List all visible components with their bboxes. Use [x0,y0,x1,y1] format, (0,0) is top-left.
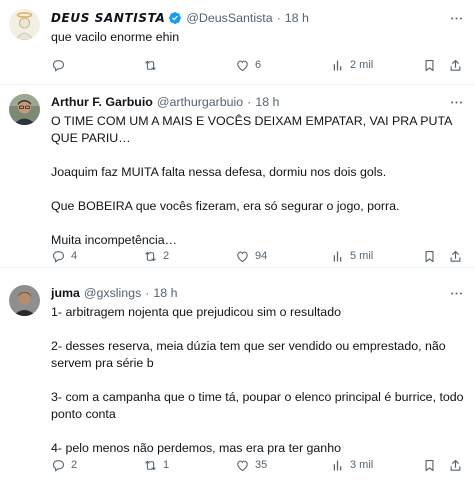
retweet-icon [145,60,156,70]
share-button[interactable] [448,56,463,74]
like-count: 6 [255,59,262,71]
tweet-text: que vacilo enorme ehin [51,29,467,46]
like-button[interactable]: 6 [235,56,261,74]
avatar[interactable] [9,285,40,316]
like-icon [237,460,248,471]
tweet-header: DEUS SANTISTA @DeusSantista · 18 h [51,10,467,26]
reply-icon [52,459,65,472]
like-icon [237,251,248,262]
reply-icon [52,250,65,263]
tweet-actions: 2 1 35 3 mil [51,456,467,474]
views-icon [333,60,342,70]
tweet-actions: 6 2 mil [51,56,467,74]
like-button[interactable]: 35 [235,456,267,474]
timestamp[interactable]: 18 h [255,95,279,109]
reply-button[interactable] [51,56,71,74]
bookmark-button[interactable] [422,247,437,265]
share-icon [450,59,461,71]
retweet-count: 1 [163,459,170,471]
view-count: 2 mil [350,59,374,71]
timestamp[interactable]: 18 h [285,11,309,25]
like-count: 35 [255,459,268,471]
reply-icon [52,59,65,72]
reply-button[interactable]: 2 [51,456,77,474]
retweet-button[interactable] [143,56,163,74]
view-count: 3 mil [350,459,374,471]
like-icon [237,60,248,71]
reply-count: 4 [71,250,78,262]
share-button[interactable] [448,247,463,265]
share-icon [450,250,461,262]
tweet-paragraph: 3- com a campanha que o time tá, poupar … [51,390,464,421]
more-icon[interactable] [447,10,465,26]
handle[interactable]: @arthurgarbuio [157,95,243,109]
handle[interactable]: @DeusSantista [186,11,272,25]
bookmark-icon [425,59,434,71]
retweet-count: 2 [163,250,170,262]
reply-button[interactable]: 4 [51,247,77,265]
share-button[interactable] [448,456,463,474]
separator: · [145,286,150,300]
separator: · [247,95,252,109]
separator: · [276,11,281,25]
tweet-paragraph: Joaquim faz MUITA falta nessa defesa, do… [51,165,387,179]
tweet-paragraph: 4- pelo menos não perdemos, mas era pra … [51,441,341,455]
tweet-paragraph: que vacilo enorme ehin [51,30,180,44]
view-count: 5 mil [350,250,374,262]
tweet-header: Arthur F. Garbuio @arthurgarbuio · 18 h [51,94,467,110]
tweet-paragraph: 1- arbitragem nojenta que prejudicou sim… [51,305,341,319]
tweet-header: juma @gxslings · 18 h [51,285,467,301]
avatar[interactable] [9,9,40,40]
handle[interactable]: @gxslings [84,286,141,300]
tweet-paragraph: O TIME COM UM A MAIS E VOCÊS DEIXAM EMPA… [51,114,452,145]
views-button[interactable]: 3 mil [330,456,373,474]
views-icon [333,460,342,470]
display-name[interactable]: DEUS SANTISTA [51,11,165,25]
retweet-button[interactable]: 1 [143,456,169,474]
tweet-text: O TIME COM UM A MAIS E VOCÊS DEIXAM EMPA… [51,113,467,249]
tweet-paragraph: Que BOBEIRA que vocês fizeram, era só se… [51,199,400,213]
retweet-icon [145,251,156,261]
views-icon [333,251,342,261]
display-name[interactable]: juma [51,286,80,300]
bookmark-icon [425,250,434,262]
more-icon[interactable] [447,94,465,110]
tweet[interactable]: DEUS SANTISTA @DeusSantista · 18 h que v… [0,0,475,85]
retweet-button[interactable]: 2 [143,247,169,265]
tweet-text: 1- arbitragem nojenta que prejudicou sim… [51,304,467,457]
retweet-icon [145,460,156,470]
display-name[interactable]: Arthur F. Garbuio [51,95,153,109]
avatar[interactable] [9,94,40,125]
tweet-actions: 4 2 94 5 mil [51,247,467,265]
reply-count: 2 [71,459,78,471]
tweet[interactable]: Arthur F. Garbuio @arthurgarbuio · 18 h … [0,85,475,268]
like-button[interactable]: 94 [235,247,267,265]
bookmark-button[interactable] [422,56,437,74]
share-icon [450,459,461,471]
tweet-paragraph: 2- desses reserva, meia dúzia tem que se… [51,339,446,370]
tweet[interactable]: juma @gxslings · 18 h 1- arbitragem noje… [0,268,475,485]
more-icon[interactable] [447,285,465,301]
views-button[interactable]: 2 mil [330,56,373,74]
timestamp[interactable]: 18 h [153,286,177,300]
like-count: 94 [255,250,268,262]
verified-badge-icon [168,11,182,25]
bookmark-button[interactable] [422,456,437,474]
views-button[interactable]: 5 mil [330,247,373,265]
bookmark-icon [425,459,434,471]
